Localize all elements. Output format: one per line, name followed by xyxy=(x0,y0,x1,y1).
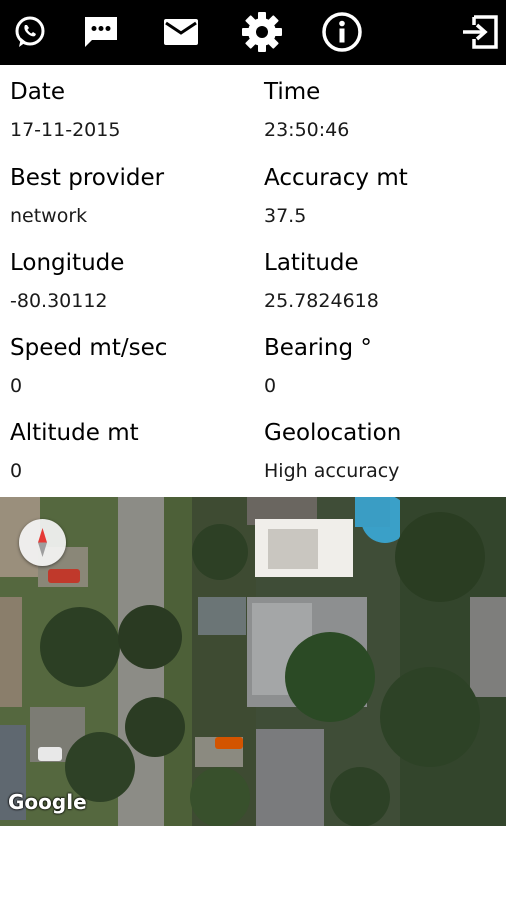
speed-value: 0 xyxy=(10,375,23,397)
accuracy-label: Accuracy mt xyxy=(264,165,408,191)
time-field: Time 23:50:46 xyxy=(264,65,504,150)
settings-icon xyxy=(242,12,282,52)
geolocation-field: Geolocation High accuracy xyxy=(264,406,504,491)
settings-button[interactable] xyxy=(238,8,286,56)
date-label: Date xyxy=(10,79,65,105)
geolocation-value: High accuracy xyxy=(264,460,400,482)
location-info-panel: Date 17-11-2015 Time 23:50:46 Best provi… xyxy=(0,65,506,497)
google-attribution: Google xyxy=(8,790,87,814)
map-compass-button[interactable] xyxy=(19,519,66,566)
bearing-label: Bearing ° xyxy=(264,335,372,361)
satellite-map[interactable] xyxy=(0,497,506,826)
compass-icon xyxy=(38,528,47,557)
accuracy-value: 37.5 xyxy=(264,205,307,227)
exit-button[interactable] xyxy=(456,8,504,56)
email-icon xyxy=(164,19,198,45)
longitude-field: Longitude -80.30112 xyxy=(10,236,250,321)
whatsapp-icon xyxy=(15,16,45,47)
latitude-label: Latitude xyxy=(264,250,359,276)
whatsapp-share-button[interactable] xyxy=(6,8,54,56)
top-toolbar xyxy=(0,0,506,65)
time-value: 23:50:46 xyxy=(264,119,350,141)
latitude-field: Latitude 25.7824618 xyxy=(264,236,504,321)
altitude-field: Altitude mt 0 xyxy=(10,406,250,491)
date-field: Date 17-11-2015 xyxy=(10,65,250,150)
best-provider-field: Best provider network xyxy=(10,151,250,236)
date-value: 17-11-2015 xyxy=(10,119,121,141)
latitude-value: 25.7824618 xyxy=(264,290,379,312)
time-label: Time xyxy=(264,79,321,105)
accuracy-field: Accuracy mt 37.5 xyxy=(264,151,504,236)
bearing-value: 0 xyxy=(264,375,277,397)
bearing-field: Bearing ° 0 xyxy=(264,321,504,406)
longitude-label: Longitude xyxy=(10,250,125,276)
bottom-empty-area xyxy=(0,826,506,900)
info-button[interactable] xyxy=(318,8,366,56)
best-provider-value: network xyxy=(10,205,88,227)
speed-field: Speed mt/sec 0 xyxy=(10,321,250,406)
info-icon xyxy=(322,12,362,52)
altitude-label: Altitude mt xyxy=(10,420,139,446)
sms-share-button[interactable] xyxy=(77,8,125,56)
best-provider-label: Best provider xyxy=(10,165,165,191)
speed-label: Speed mt/sec xyxy=(10,335,168,361)
longitude-value: -80.30112 xyxy=(10,290,108,312)
email-share-button[interactable] xyxy=(157,8,205,56)
satellite-imagery xyxy=(0,497,506,826)
exit-icon xyxy=(463,15,498,49)
geolocation-label: Geolocation xyxy=(264,420,402,446)
sms-icon xyxy=(85,17,117,47)
altitude-value: 0 xyxy=(10,460,23,482)
